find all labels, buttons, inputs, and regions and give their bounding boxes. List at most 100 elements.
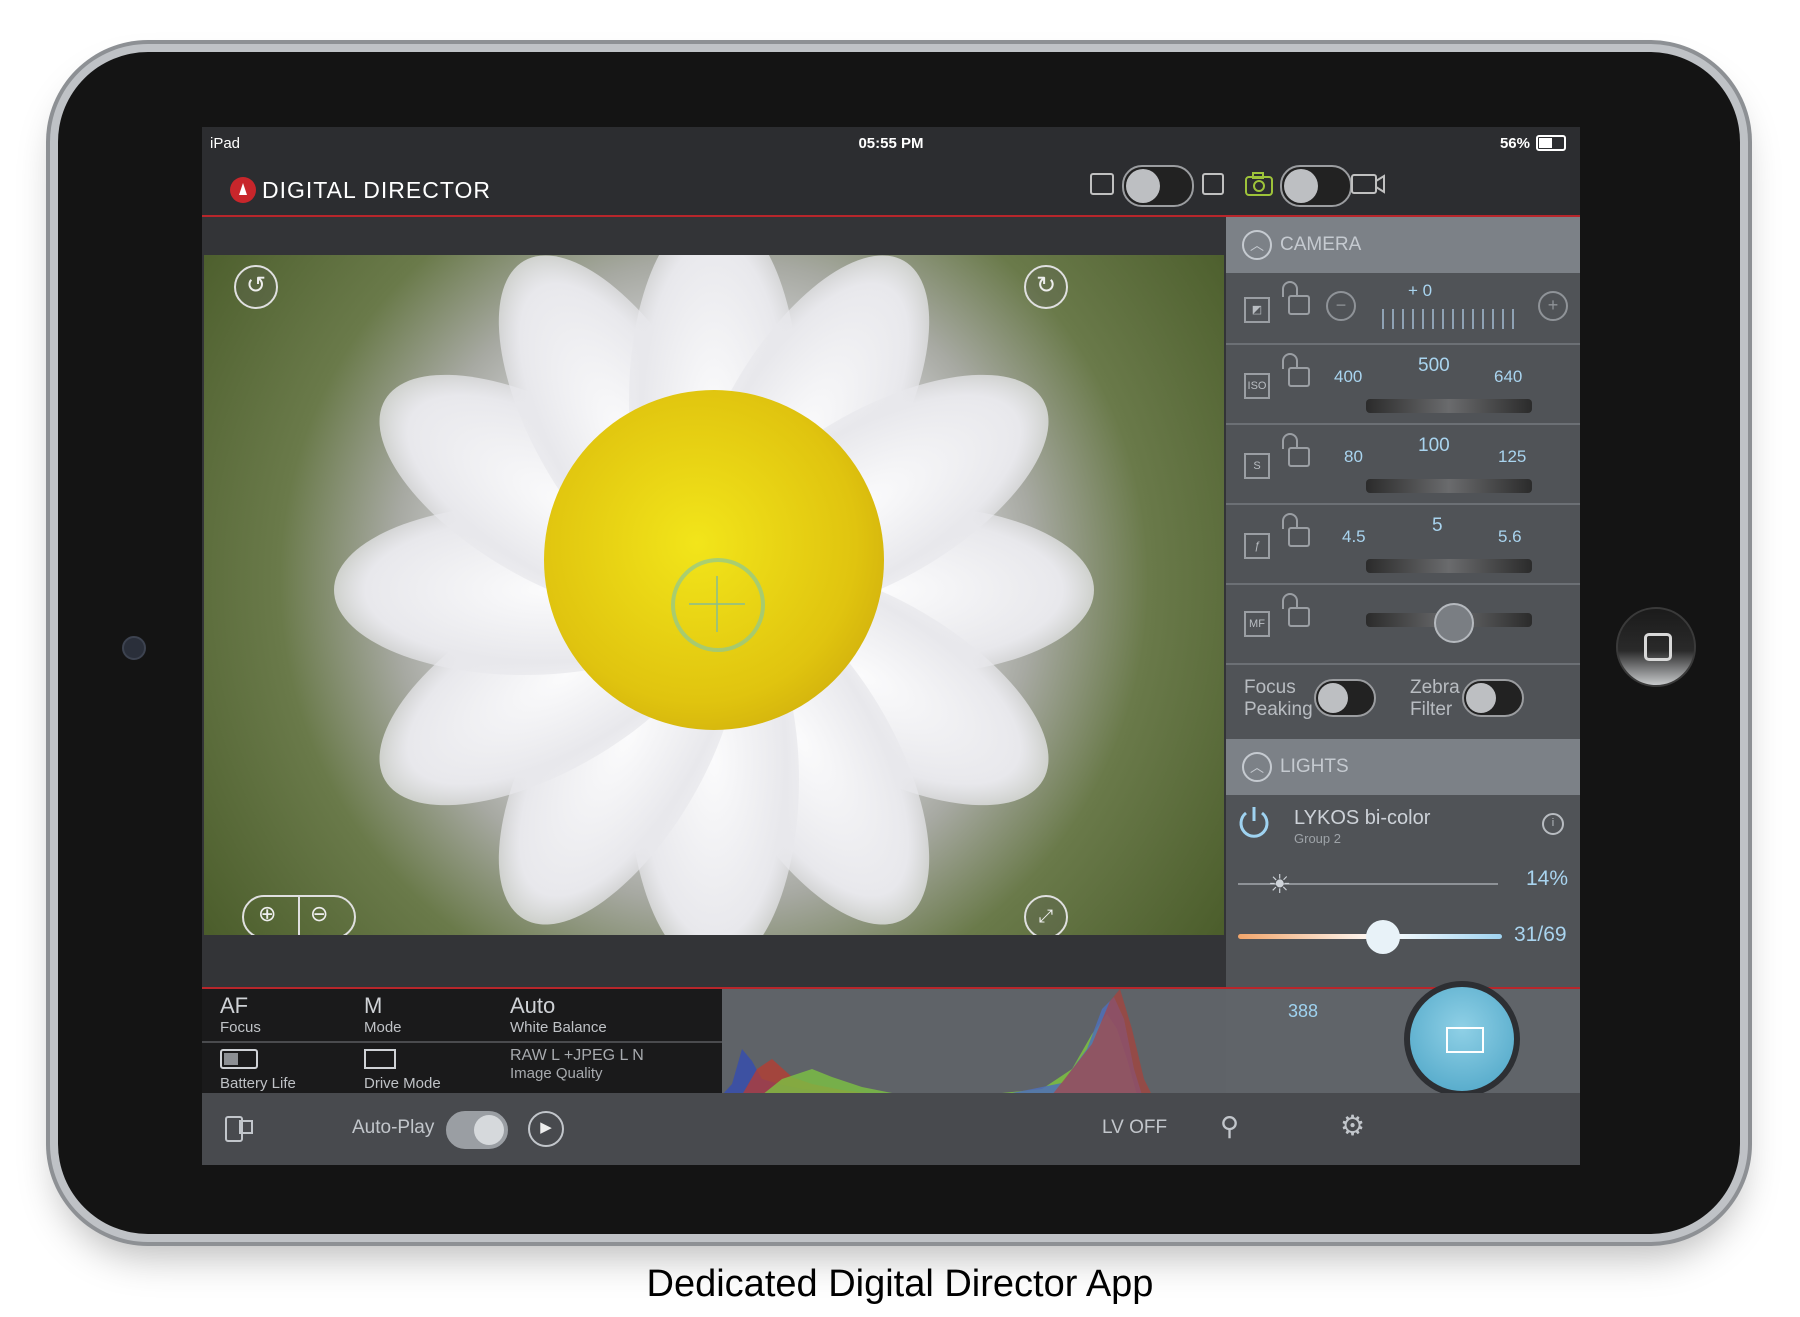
iso-slider[interactable] bbox=[1366, 399, 1532, 413]
focus-label: Focus bbox=[220, 1019, 261, 1036]
zoom-out-icon[interactable]: ⊖ bbox=[310, 901, 328, 927]
iso-current: 500 bbox=[1418, 355, 1450, 376]
shutter-slider[interactable] bbox=[1366, 479, 1532, 493]
shutter-button[interactable] bbox=[1404, 981, 1520, 1097]
control-panel: ︿ CAMERA ◩ − + 0 + ISO 400 500 640 S 80 … bbox=[1226, 217, 1580, 997]
rotate-right-icon[interactable]: ↻ bbox=[1024, 265, 1068, 309]
color-temp-value: 31/69 bbox=[1514, 923, 1567, 946]
drive-mode-label: Drive Mode bbox=[364, 1075, 441, 1092]
play-icon[interactable]: ▶ bbox=[528, 1111, 564, 1147]
manfrotto-logo-icon bbox=[230, 177, 256, 203]
assist-row: Focus Peaking Zebra Filter bbox=[1226, 663, 1580, 739]
lock-icon[interactable] bbox=[1282, 433, 1310, 467]
lock-icon[interactable] bbox=[1282, 281, 1310, 315]
autoplay-label: Auto-Play bbox=[352, 1117, 435, 1138]
battery-life-label: Battery Life bbox=[220, 1075, 296, 1092]
zebra-filter-label: Zebra Filter bbox=[1410, 677, 1460, 720]
app-title: DIGITAL DIRECTOR bbox=[262, 177, 491, 203]
shutter-next: 125 bbox=[1498, 447, 1527, 466]
info-icon[interactable]: i bbox=[1542, 813, 1564, 835]
status-bar: iPad 05:55 PM 56% bbox=[202, 127, 1580, 157]
power-icon[interactable] bbox=[1236, 805, 1272, 841]
white-balance-info[interactable]: Auto White Balance bbox=[510, 993, 607, 1036]
bottom-toolbar: Auto-Play ▶ LV OFF ⚲ ⚙ bbox=[202, 1093, 1580, 1165]
app-header: DIGITAL DIRECTOR bbox=[202, 157, 1580, 217]
sun-icon[interactable]: ☀ bbox=[1268, 869, 1291, 900]
home-button[interactable] bbox=[1616, 607, 1696, 687]
lights-section-header[interactable]: ︿ LIGHTS bbox=[1226, 739, 1580, 795]
wb-label: White Balance bbox=[510, 1019, 607, 1036]
lock-icon[interactable] bbox=[1282, 513, 1310, 547]
photo-camera-icon bbox=[1245, 172, 1273, 196]
battery-info: Battery Life bbox=[220, 1049, 296, 1092]
aperture-row: ƒ 4.5 5 5.6 bbox=[1226, 503, 1580, 585]
drive-mode-info[interactable]: Drive Mode bbox=[364, 1049, 441, 1092]
iso-prev: 400 bbox=[1334, 367, 1363, 386]
zoom-controls: ⊕ ⊖ bbox=[242, 895, 356, 935]
focus-peaking-label: Focus Peaking bbox=[1244, 677, 1313, 720]
camera-section-header[interactable]: ︿ CAMERA bbox=[1226, 217, 1580, 273]
live-view-toggle-label[interactable]: LV OFF bbox=[1102, 1117, 1167, 1139]
iso-icon: ISO bbox=[1244, 373, 1270, 399]
light-group: Group 2 bbox=[1294, 831, 1341, 846]
battery-percent: 56% bbox=[1499, 135, 1530, 152]
photo-video-toggle[interactable] bbox=[1280, 165, 1352, 207]
device-memory-icon[interactable] bbox=[224, 1113, 256, 1143]
minus-icon[interactable]: − bbox=[1326, 291, 1356, 321]
shutter-prev: 80 bbox=[1344, 447, 1363, 466]
plus-icon[interactable]: + bbox=[1538, 291, 1568, 321]
fullscreen-icon[interactable]: ⤢ bbox=[1024, 895, 1068, 935]
focus-point-reticle[interactable] bbox=[671, 558, 765, 652]
exposure-value: + 0 bbox=[1408, 281, 1433, 300]
mode-label: Mode bbox=[364, 1019, 402, 1036]
connections-icon[interactable]: ⚲ bbox=[1220, 1111, 1239, 1142]
camera-section-title: CAMERA bbox=[1280, 234, 1362, 255]
live-view: ↺ ↻ ⊕ ⊖ ⤢ bbox=[202, 217, 1226, 997]
iso-next: 640 bbox=[1494, 367, 1523, 386]
chevron-up-icon: ︿ bbox=[1242, 230, 1272, 260]
aperture-next: 5.6 bbox=[1498, 527, 1522, 546]
autoplay-toggle[interactable] bbox=[446, 1111, 508, 1149]
manual-focus-icon: MF bbox=[1244, 611, 1270, 637]
single-shot-icon bbox=[364, 1049, 396, 1069]
focus-peaking-toggle[interactable] bbox=[1314, 679, 1376, 717]
color-temp-knob[interactable] bbox=[1366, 920, 1401, 954]
lock-toggle[interactable] bbox=[1122, 165, 1194, 207]
image-quality-value: RAW L +JPEG L N bbox=[510, 1047, 644, 1064]
capture-panel: 388 bbox=[1226, 981, 1580, 1097]
lock-icon[interactable] bbox=[1282, 593, 1310, 627]
shots-remaining: 388 bbox=[1288, 1001, 1319, 1021]
focus-value: AF bbox=[220, 993, 249, 1018]
settings-gear-icon[interactable]: ⚙ bbox=[1340, 1109, 1365, 1142]
app-brand: DIGITAL DIRECTOR bbox=[230, 177, 491, 204]
brightness-value: 14% bbox=[1526, 867, 1569, 890]
rotate-left-icon[interactable]: ↺ bbox=[234, 265, 278, 309]
front-camera bbox=[122, 636, 146, 660]
image-caption: Dedicated Digital Director App bbox=[646, 1263, 1154, 1305]
exposure-scale[interactable] bbox=[1382, 309, 1522, 329]
aperture-current: 5 bbox=[1432, 515, 1443, 536]
aperture-icon: ƒ bbox=[1244, 533, 1270, 559]
zoom-in-icon[interactable]: ⊕ bbox=[258, 901, 276, 927]
focus-info[interactable]: AF Focus bbox=[220, 993, 261, 1036]
image-quality-info[interactable]: RAW L +JPEG L N Image Quality bbox=[510, 1047, 644, 1082]
aperture-slider[interactable] bbox=[1366, 559, 1532, 573]
chevron-up-icon: ︿ bbox=[1242, 752, 1272, 782]
live-view-image[interactable]: ↺ ↻ ⊕ ⊖ ⤢ bbox=[204, 255, 1224, 935]
aperture-prev: 4.5 bbox=[1342, 527, 1366, 546]
image-quality-label: Image Quality bbox=[510, 1065, 603, 1082]
lock-icon bbox=[1202, 173, 1224, 195]
video-camera-icon bbox=[1351, 174, 1385, 194]
clock: 05:55 PM bbox=[858, 135, 924, 152]
iso-row: ISO 400 500 640 bbox=[1226, 343, 1580, 425]
shutter-row: S 80 100 125 bbox=[1226, 423, 1580, 505]
mode-info[interactable]: M Mode bbox=[364, 993, 402, 1036]
unlock-icon bbox=[1090, 173, 1114, 195]
zebra-filter-toggle[interactable] bbox=[1462, 679, 1524, 717]
lock-icon[interactable] bbox=[1282, 353, 1310, 387]
battery-icon bbox=[1536, 135, 1566, 151]
battery-life-icon bbox=[220, 1049, 258, 1069]
manual-focus-row: MF bbox=[1226, 583, 1580, 665]
focus-slider-knob[interactable] bbox=[1434, 603, 1474, 643]
shutter-current: 100 bbox=[1418, 435, 1450, 456]
